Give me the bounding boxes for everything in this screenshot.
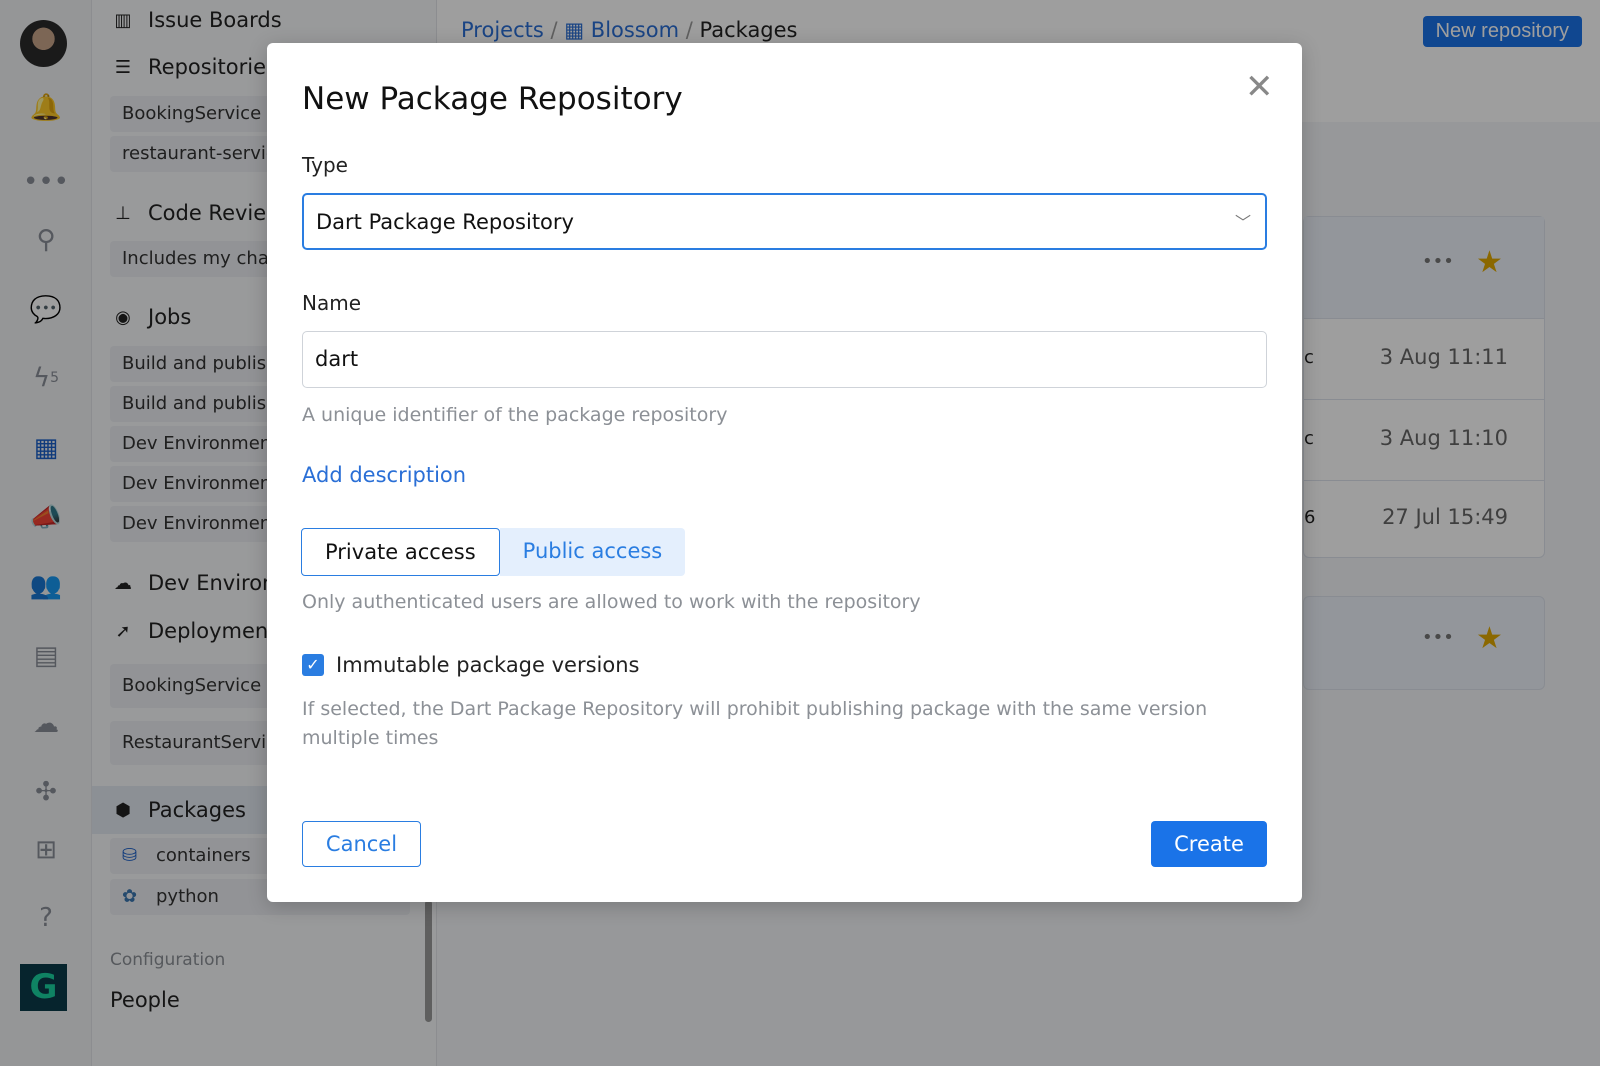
chevron-down-icon: ﹀ xyxy=(1234,213,1251,232)
close-icon[interactable]: ✕ xyxy=(1245,67,1274,107)
immutable-checkbox[interactable]: ✓ xyxy=(302,654,324,676)
add-description-link[interactable]: Add description xyxy=(302,463,466,487)
private-access-option[interactable]: Private access xyxy=(301,528,500,576)
dialog-title: New Package Repository xyxy=(302,81,683,117)
name-hint: A unique identifier of the package repos… xyxy=(302,404,728,426)
type-label: Type xyxy=(302,153,348,177)
name-input[interactable]: dart xyxy=(302,331,1267,388)
create-button[interactable]: Create xyxy=(1151,821,1267,867)
type-select[interactable]: Dart Package Repository ﹀ xyxy=(302,193,1267,250)
new-package-repository-dialog: New Package Repository ✕ Type Dart Packa… xyxy=(267,43,1302,902)
access-toggle: Private access Public access xyxy=(301,528,686,576)
access-hint: Only authenticated users are allowed to … xyxy=(302,591,921,613)
immutable-label[interactable]: Immutable package versions xyxy=(336,653,639,677)
cancel-button[interactable]: Cancel xyxy=(302,821,421,867)
public-access-option[interactable]: Public access xyxy=(499,528,686,576)
immutable-hint: If selected, the Dart Package Repository… xyxy=(302,698,1208,749)
name-label: Name xyxy=(302,291,362,315)
